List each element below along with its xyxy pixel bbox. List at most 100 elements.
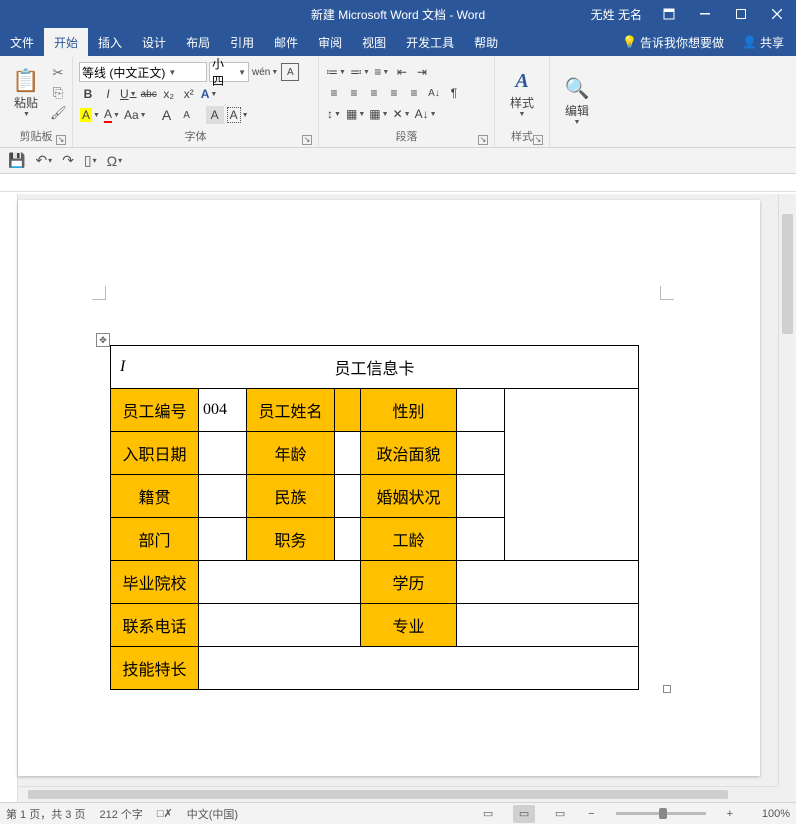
cell-value[interactable] xyxy=(335,432,361,475)
decrease-indent-button[interactable]: ⇤ xyxy=(393,63,411,81)
subscript-button[interactable]: x₂ xyxy=(160,85,178,103)
cell-value[interactable]: 004 xyxy=(199,389,247,432)
view-read-mode[interactable]: ▭ xyxy=(477,805,499,823)
zoom-out-button[interactable]: − xyxy=(585,808,597,820)
align-justify-button[interactable]: ≡ xyxy=(385,84,403,102)
cell-value[interactable] xyxy=(457,604,639,647)
cell-label[interactable]: 技能特长 xyxy=(111,647,199,690)
copy-button[interactable]: ⎘ xyxy=(50,85,66,101)
align-distribute-button[interactable]: ≡ xyxy=(405,84,423,102)
paragraph-sort-button[interactable]: A↓▼ xyxy=(414,105,438,123)
cell-value[interactable] xyxy=(457,432,505,475)
cell-value[interactable] xyxy=(199,647,639,690)
shading-button[interactable]: ▦▼ xyxy=(345,105,366,123)
cell-label[interactable]: 籍贯 xyxy=(111,475,199,518)
cell-value[interactable] xyxy=(199,561,361,604)
page-indicator[interactable]: 第 1 页，共 3 页 xyxy=(6,806,85,822)
vertical-ruler[interactable] xyxy=(0,194,18,802)
table-title[interactable]: 员工信息卡 xyxy=(111,346,639,389)
horizontal-scrollbar[interactable] xyxy=(18,786,778,802)
text-effects-button[interactable]: A▼ xyxy=(200,85,219,103)
cell-label[interactable]: 性别 xyxy=(361,389,457,432)
borders-button[interactable]: ▦▼ xyxy=(368,105,389,123)
maximize-button[interactable] xyxy=(726,3,756,25)
cell-label[interactable]: 毕业院校 xyxy=(111,561,199,604)
font-launcher[interactable]: ↘ xyxy=(302,135,312,145)
tab-layout[interactable]: 布局 xyxy=(176,28,220,56)
cell-label[interactable]: 政治面貌 xyxy=(361,432,457,475)
cell-label[interactable]: 联系电话 xyxy=(111,604,199,647)
line-spacing-button[interactable]: ↕▼ xyxy=(325,105,343,123)
zoom-in-button[interactable]: + xyxy=(724,808,736,820)
spellcheck-icon[interactable]: □✗ xyxy=(157,807,173,820)
ribbon-display-options-button[interactable] xyxy=(654,3,684,25)
align-center-button[interactable]: ≡ xyxy=(345,84,363,102)
scrollbar-thumb[interactable] xyxy=(28,790,728,799)
language-indicator[interactable]: 中文(中国) xyxy=(187,806,238,822)
cell-label[interactable]: 部门 xyxy=(111,518,199,561)
vertical-scrollbar[interactable] xyxy=(778,194,796,786)
tab-design[interactable]: 设计 xyxy=(132,28,176,56)
cell-value[interactable] xyxy=(199,432,247,475)
paragraph-launcher[interactable]: ↘ xyxy=(478,135,488,145)
font-family-selector[interactable]: 等线 (中文正文)▼ xyxy=(79,62,207,82)
save-button[interactable]: 💾 xyxy=(8,152,25,169)
tab-review[interactable]: 审阅 xyxy=(308,28,352,56)
styles-button[interactable]: A 样式 ▼ xyxy=(501,68,543,118)
cell-value[interactable] xyxy=(457,561,639,604)
phonetic-guide-button[interactable]: wén▼ xyxy=(251,63,279,81)
cell-value[interactable] xyxy=(335,475,361,518)
highlight-button[interactable]: A▼ xyxy=(79,106,101,124)
grow-font-button[interactable]: A xyxy=(158,106,176,124)
cell-value[interactable] xyxy=(457,475,505,518)
format-painter-button[interactable]: 🖌 xyxy=(50,105,66,121)
tell-me-search[interactable]: 💡告诉我你想要做 xyxy=(616,34,730,51)
cell-label[interactable]: 工龄 xyxy=(361,518,457,561)
multilevel-button[interactable]: ≡▼ xyxy=(373,63,391,81)
undo-button[interactable]: ↶▾ xyxy=(35,152,52,169)
clipboard-launcher[interactable]: ↘ xyxy=(56,135,66,145)
zoom-slider-thumb[interactable] xyxy=(659,808,667,819)
word-count[interactable]: 212 个字 xyxy=(99,806,142,822)
scrollbar-thumb[interactable] xyxy=(782,214,793,334)
redo-button[interactable]: ↷ xyxy=(62,152,74,169)
view-web-layout[interactable]: ▭ xyxy=(549,805,571,823)
enclosed-char-button[interactable]: A xyxy=(281,63,299,81)
minimize-button[interactable] xyxy=(690,3,720,25)
paste-button[interactable]: 📋 粘贴 ▼ xyxy=(6,68,46,118)
cell-value[interactable] xyxy=(199,604,361,647)
font-size-selector[interactable]: 小四▼ xyxy=(209,62,249,82)
tab-help[interactable]: 帮助 xyxy=(464,28,508,56)
underline-button[interactable]: U▼ xyxy=(119,85,138,103)
close-button[interactable] xyxy=(762,3,792,25)
superscript-button[interactable]: x² xyxy=(180,85,198,103)
table-resize-handle[interactable] xyxy=(663,685,671,693)
sort-button[interactable]: A↓ xyxy=(425,84,443,102)
bullets-button[interactable]: ≔▼ xyxy=(325,63,347,81)
cell-label[interactable]: 婚姻状况 xyxy=(361,475,457,518)
file-preview-button[interactable]: ▯▾ xyxy=(84,152,97,169)
page[interactable]: ✥ I 员工信息卡 员工编号 004 员工姓名 性别 入职日期 年龄 政治面貌 … xyxy=(18,200,760,776)
cell-value[interactable] xyxy=(199,518,247,561)
tab-file[interactable]: 文件 xyxy=(0,28,44,56)
cell-label[interactable]: 入职日期 xyxy=(111,432,199,475)
cell-label[interactable]: 年龄 xyxy=(247,432,335,475)
cell-label[interactable]: 员工姓名 xyxy=(247,389,335,432)
user-name[interactable]: 无姓 无名 xyxy=(591,6,648,23)
cut-button[interactable]: ✂ xyxy=(50,65,66,81)
char-shading-button[interactable]: A xyxy=(206,106,224,124)
cell-value[interactable] xyxy=(457,518,505,561)
align-left-button[interactable]: ≡ xyxy=(325,84,343,102)
cell-label[interactable]: 专业 xyxy=(361,604,457,647)
show-marks-button[interactable]: ¶ xyxy=(445,84,463,102)
strikethrough-button[interactable]: abc xyxy=(140,85,158,103)
styles-launcher[interactable]: ↘ xyxy=(533,135,543,145)
change-case-button[interactable]: Aa▼ xyxy=(123,106,148,124)
cell-photo[interactable] xyxy=(505,389,639,561)
increase-indent-button[interactable]: ⇥ xyxy=(413,63,431,81)
align-right-button[interactable]: ≡ xyxy=(365,84,383,102)
editing-button[interactable]: 🔍 编辑 ▼ xyxy=(556,76,598,126)
tab-home[interactable]: 开始 xyxy=(44,28,88,56)
cell-value[interactable] xyxy=(335,389,361,432)
share-button[interactable]: 👤共享 xyxy=(736,34,790,51)
